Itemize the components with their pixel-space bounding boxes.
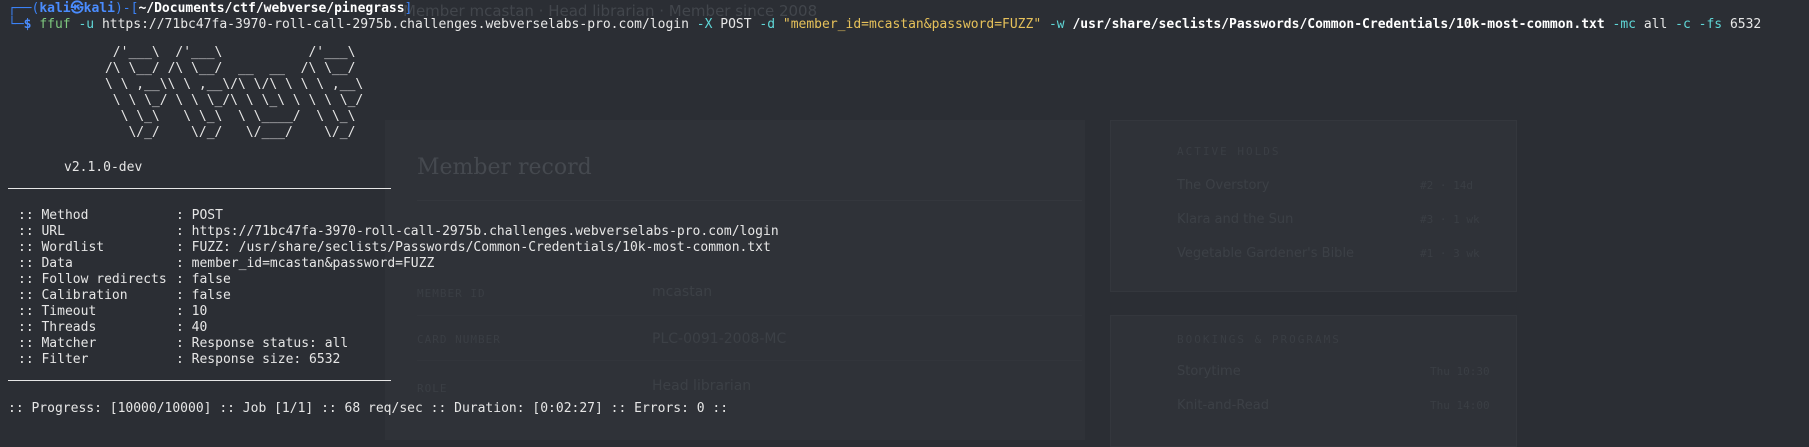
prompt-corner: ┌──(	[8, 1, 40, 16]
config-value: : Response status: all	[176, 336, 349, 351]
divider-top	[8, 188, 391, 189]
config-value: : https://71bc47fa-3970-roll-call-2975b.…	[176, 224, 779, 239]
prompt-close: ]	[404, 1, 413, 16]
config-row: :: Data : member_id=mcastan&password=FUZZ	[18, 256, 779, 272]
command-fs-value: 6532	[1729, 17, 1762, 32]
prompt-host: kali	[83, 1, 115, 16]
progress-status: :: Progress: [10000/10000] :: Job [1/1] …	[8, 401, 729, 416]
config-row: :: Timeout : 10	[18, 304, 779, 320]
config-row: :: Follow redirects : false	[18, 272, 779, 288]
config-value: : 40	[176, 320, 208, 335]
command-url: https://71bc47fa-3970-roll-call-2975b.ch…	[101, 17, 689, 32]
config-row: :: Threads : 40	[18, 320, 779, 336]
command-data: "member_id=mcastan&password=FUZZ"	[782, 17, 1042, 32]
ffuf-version: v2.1.0-dev	[64, 160, 143, 175]
shell-prompt: ┌──(kali㉿kali)-[~/Documents/ctf/webverse…	[8, 1, 412, 17]
prompt-dollar: $	[23, 17, 32, 32]
config-key: :: Method	[18, 208, 89, 223]
config-value: : member_id=mcastan&password=FUZZ	[176, 256, 435, 271]
command-method: POST	[720, 17, 752, 32]
command-wordlist: /usr/share/seclists/Passwords/Common-Cre…	[1072, 17, 1605, 32]
config-row: :: Calibration : false	[18, 288, 779, 304]
config-key: :: Matcher	[18, 336, 97, 351]
config-value: : Response size: 6532	[176, 352, 341, 367]
prompt-user: kali	[39, 1, 71, 16]
flag-x: -X	[696, 17, 713, 32]
config-value: : false	[176, 288, 231, 303]
config-value: : false	[176, 272, 231, 287]
flag-d: -d	[759, 17, 776, 32]
divider-bottom	[8, 380, 391, 381]
config-key: :: Wordlist	[18, 240, 105, 255]
config-value: : POST	[176, 208, 223, 223]
config-key: :: Follow redirects	[18, 272, 167, 287]
config-row: :: URL : https://71bc47fa-3970-roll-call-…	[18, 224, 779, 240]
command-mc-value: all	[1643, 17, 1668, 32]
prompt-path: ~/Documents/ctf/webverse/pinegrass	[138, 1, 405, 16]
config-row: :: Matcher : Response status: all	[18, 336, 779, 352]
config-key: :: Timeout	[18, 304, 97, 319]
config-row: :: Filter : Response size: 6532	[18, 352, 779, 368]
config-list: :: Method : POST :: URL : https://71bc47fa…	[18, 208, 779, 368]
config-row: :: Wordlist : FUZZ: /usr/share/seclists/P…	[18, 240, 779, 256]
config-key: :: Filter	[18, 352, 89, 367]
flag-c: -c	[1675, 17, 1691, 32]
flag-w: -w	[1048, 17, 1065, 32]
prompt-at: ㉿	[70, 1, 84, 16]
prompt-corner-bottom: └─	[8, 17, 24, 32]
command-line[interactable]: └─$ ffuf -u https://71bc47fa-3970-roll-c…	[8, 17, 1761, 33]
config-key: :: Threads	[18, 320, 97, 335]
prompt-sep: )-[	[114, 1, 139, 16]
terminal-output[interactable]: ┌──(kali㉿kali)-[~/Documents/ctf/webverse…	[0, 0, 1809, 427]
config-row: :: Method : POST	[18, 208, 779, 224]
config-key: :: Data	[18, 256, 73, 271]
flag-fs: -fs	[1698, 17, 1723, 32]
config-value: : FUZZ: /usr/share/seclists/Passwords/Co…	[176, 240, 771, 255]
config-value: : 10	[176, 304, 208, 319]
config-key: :: URL	[18, 224, 65, 239]
command-bin: ffuf	[39, 17, 71, 32]
flag-u: -u	[78, 17, 95, 32]
ffuf-ascii-banner: /'___\ /'___\ /'___\ /\ \__/ /\ \__/ __ …	[104, 45, 364, 140]
config-key: :: Calibration	[18, 288, 128, 303]
flag-mc: -mc	[1612, 17, 1636, 32]
